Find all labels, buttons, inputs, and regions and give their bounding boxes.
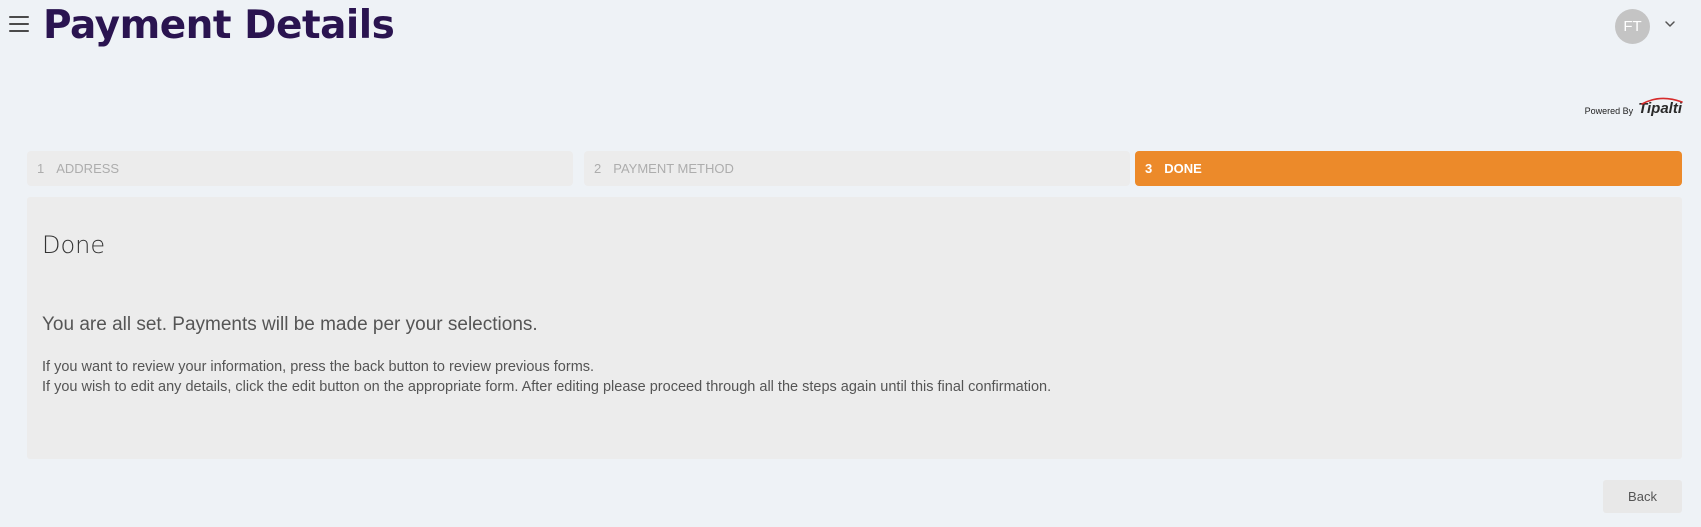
step-label: PAYMENT METHOD [613, 161, 734, 176]
hamburger-menu-icon[interactable] [9, 16, 29, 32]
user-avatar[interactable]: FT [1615, 9, 1650, 44]
panel-title: Done [42, 231, 106, 259]
info-text: If you want to review your information, … [42, 357, 1051, 397]
back-button[interactable]: Back [1603, 480, 1682, 513]
step-payment-method[interactable]: 2 PAYMENT METHOD [584, 151, 1130, 186]
wizard-steps: 1 ADDRESS 2 PAYMENT METHOD 3 DONE [27, 151, 1682, 186]
menu-line [9, 16, 29, 18]
step-number: 1 [37, 161, 45, 176]
done-panel: Done You are all set. Payments will be m… [27, 197, 1682, 459]
chevron-down-icon[interactable] [1663, 17, 1677, 31]
step-number: 3 [1145, 161, 1153, 176]
confirmation-message: You are all set. Payments will be made p… [42, 314, 538, 335]
powered-by-branding: Powered By Tipalti [1584, 97, 1683, 117]
menu-line [9, 23, 29, 25]
powered-by-label: Powered By [1584, 106, 1634, 116]
step-done[interactable]: 3 DONE [1135, 151, 1682, 186]
step-address[interactable]: 1 ADDRESS [27, 151, 573, 186]
info-line-edit: If you wish to edit any details, click t… [42, 379, 1052, 395]
page-title: Payment Details [43, 3, 395, 48]
step-number: 2 [594, 161, 602, 176]
logo-swoosh-icon [1641, 97, 1683, 105]
user-initials: FT [1623, 18, 1642, 35]
tipalti-logo: Tipalti [1638, 97, 1683, 117]
step-label: DONE [1164, 161, 1202, 176]
info-line-review: If you want to review your information, … [42, 359, 595, 375]
page: Payment Details FT Powered By Tipalti 1 … [0, 0, 1701, 527]
menu-line [9, 30, 29, 32]
step-label: ADDRESS [56, 161, 120, 176]
